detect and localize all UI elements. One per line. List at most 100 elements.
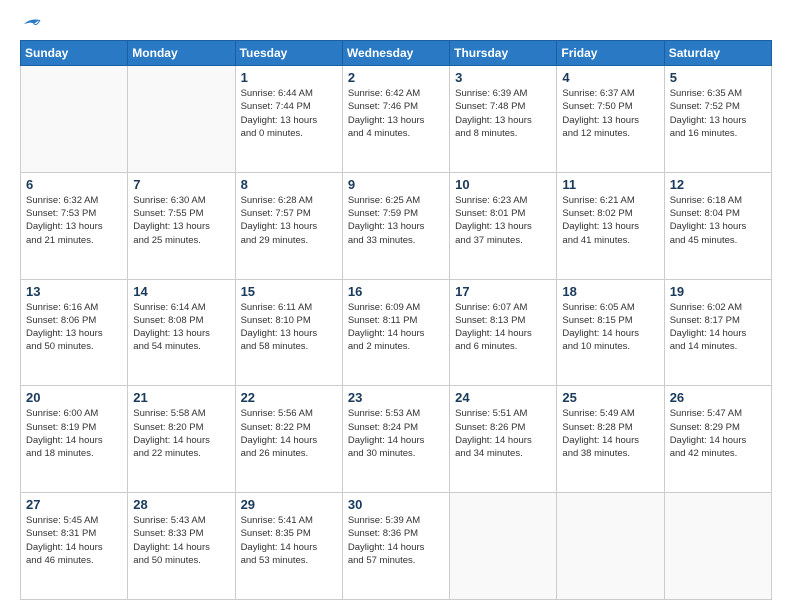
day-detail: Sunrise: 6:39 AMSunset: 7:48 PMDaylight:… xyxy=(455,87,551,140)
day-number: 1 xyxy=(241,70,337,85)
day-number: 14 xyxy=(133,284,229,299)
day-detail: Sunrise: 6:37 AMSunset: 7:50 PMDaylight:… xyxy=(562,87,658,140)
day-detail: Sunrise: 5:58 AMSunset: 8:20 PMDaylight:… xyxy=(133,407,229,460)
day-detail: Sunrise: 6:05 AMSunset: 8:15 PMDaylight:… xyxy=(562,301,658,354)
day-number: 23 xyxy=(348,390,444,405)
calendar-cell: 9 Sunrise: 6:25 AMSunset: 7:59 PMDaylight… xyxy=(342,172,449,279)
calendar-cell: 23 Sunrise: 5:53 AMSunset: 8:24 PMDayligh… xyxy=(342,386,449,493)
day-number: 27 xyxy=(26,497,122,512)
day-detail: Sunrise: 6:30 AMSunset: 7:55 PMDaylight:… xyxy=(133,194,229,247)
header xyxy=(20,16,772,32)
day-detail: Sunrise: 5:56 AMSunset: 8:22 PMDaylight:… xyxy=(241,407,337,460)
calendar-table: SundayMondayTuesdayWednesdayThursdayFrid… xyxy=(20,40,772,600)
day-detail: Sunrise: 5:41 AMSunset: 8:35 PMDaylight:… xyxy=(241,514,337,567)
calendar-cell: 10 Sunrise: 6:23 AMSunset: 8:01 PMDayligh… xyxy=(450,172,557,279)
day-detail: Sunrise: 6:21 AMSunset: 8:02 PMDaylight:… xyxy=(562,194,658,247)
calendar-cell: 4 Sunrise: 6:37 AMSunset: 7:50 PMDaylight… xyxy=(557,66,664,173)
day-detail: Sunrise: 6:32 AMSunset: 7:53 PMDaylight:… xyxy=(26,194,122,247)
weekday-header-monday: Monday xyxy=(128,41,235,66)
calendar-cell: 6 Sunrise: 6:32 AMSunset: 7:53 PMDaylight… xyxy=(21,172,128,279)
calendar-cell: 28 Sunrise: 5:43 AMSunset: 8:33 PMDayligh… xyxy=(128,493,235,600)
day-detail: Sunrise: 6:25 AMSunset: 7:59 PMDaylight:… xyxy=(348,194,444,247)
calendar-cell: 27 Sunrise: 5:45 AMSunset: 8:31 PMDayligh… xyxy=(21,493,128,600)
calendar-cell: 8Sunrise: 6:28 AMSunset: 7:57 PMDaylight… xyxy=(235,172,342,279)
calendar-cell: 5Sunrise: 6:35 AMSunset: 7:52 PMDaylight… xyxy=(664,66,771,173)
day-number: 30 xyxy=(348,497,444,512)
day-detail: Sunrise: 5:51 AMSunset: 8:26 PMDaylight:… xyxy=(455,407,551,460)
day-detail: Sunrise: 6:16 AMSunset: 8:06 PMDaylight:… xyxy=(26,301,122,354)
day-number: 9 xyxy=(348,177,444,192)
calendar-cell: 16 Sunrise: 6:09 AMSunset: 8:11 PMDayligh… xyxy=(342,279,449,386)
day-detail: Sunrise: 5:45 AMSunset: 8:31 PMDaylight:… xyxy=(26,514,122,567)
calendar-cell: 2 Sunrise: 6:42 AMSunset: 7:46 PMDaylight… xyxy=(342,66,449,173)
logo xyxy=(20,16,42,32)
logo-text xyxy=(20,16,42,32)
day-detail: Sunrise: 6:09 AMSunset: 8:11 PMDaylight:… xyxy=(348,301,444,354)
calendar-cell: 21 Sunrise: 5:58 AMSunset: 8:20 PMDayligh… xyxy=(128,386,235,493)
day-number: 11 xyxy=(562,177,658,192)
day-detail: Sunrise: 6:07 AMSunset: 8:13 PMDaylight:… xyxy=(455,301,551,354)
calendar-cell: 18 Sunrise: 6:05 AMSunset: 8:15 PMDayligh… xyxy=(557,279,664,386)
day-detail: Sunrise: 5:53 AMSunset: 8:24 PMDaylight:… xyxy=(348,407,444,460)
weekday-header-thursday: Thursday xyxy=(450,41,557,66)
day-number: 16 xyxy=(348,284,444,299)
calendar-cell: 13Sunrise: 6:16 AMSunset: 8:06 PMDayligh… xyxy=(21,279,128,386)
day-number: 8 xyxy=(241,177,337,192)
calendar-cell xyxy=(21,66,128,173)
calendar-cell: 29 Sunrise: 5:41 AMSunset: 8:35 PMDayligh… xyxy=(235,493,342,600)
day-detail: Sunrise: 6:23 AMSunset: 8:01 PMDaylight:… xyxy=(455,194,551,247)
calendar-cell: 14 Sunrise: 6:14 AMSunset: 8:08 PMDayligh… xyxy=(128,279,235,386)
day-number: 19 xyxy=(670,284,766,299)
day-number: 21 xyxy=(133,390,229,405)
calendar-cell: 26 Sunrise: 5:47 AMSunset: 8:29 PMDayligh… xyxy=(664,386,771,493)
calendar-cell: 15 Sunrise: 6:11 AMSunset: 8:10 PMDayligh… xyxy=(235,279,342,386)
day-number: 5 xyxy=(670,70,766,85)
calendar-cell: 30 Sunrise: 5:39 AMSunset: 8:36 PMDayligh… xyxy=(342,493,449,600)
day-number: 20 xyxy=(26,390,122,405)
calendar-cell: 17 Sunrise: 6:07 AMSunset: 8:13 PMDayligh… xyxy=(450,279,557,386)
day-number: 28 xyxy=(133,497,229,512)
day-number: 3 xyxy=(455,70,551,85)
day-detail: Sunrise: 6:02 AMSunset: 8:17 PMDaylight:… xyxy=(670,301,766,354)
weekday-header-saturday: Saturday xyxy=(664,41,771,66)
calendar-cell: 19 Sunrise: 6:02 AMSunset: 8:17 PMDayligh… xyxy=(664,279,771,386)
day-number: 10 xyxy=(455,177,551,192)
calendar-cell: 7Sunrise: 6:30 AMSunset: 7:55 PMDaylight… xyxy=(128,172,235,279)
day-detail: Sunrise: 6:44 AMSunset: 7:44 PMDaylight:… xyxy=(241,87,337,140)
day-number: 18 xyxy=(562,284,658,299)
day-number: 26 xyxy=(670,390,766,405)
day-number: 29 xyxy=(241,497,337,512)
day-number: 2 xyxy=(348,70,444,85)
weekday-header-friday: Friday xyxy=(557,41,664,66)
calendar-cell xyxy=(450,493,557,600)
page: SundayMondayTuesdayWednesdayThursdayFrid… xyxy=(0,0,792,612)
calendar-cell xyxy=(664,493,771,600)
day-number: 17 xyxy=(455,284,551,299)
calendar-cell: 11 Sunrise: 6:21 AMSunset: 8:02 PMDayligh… xyxy=(557,172,664,279)
weekday-header-sunday: Sunday xyxy=(21,41,128,66)
day-number: 25 xyxy=(562,390,658,405)
day-number: 15 xyxy=(241,284,337,299)
day-number: 4 xyxy=(562,70,658,85)
day-number: 6 xyxy=(26,177,122,192)
calendar-cell xyxy=(128,66,235,173)
day-detail: Sunrise: 6:18 AMSunset: 8:04 PMDaylight:… xyxy=(670,194,766,247)
day-number: 12 xyxy=(670,177,766,192)
calendar-cell: 22 Sunrise: 5:56 AMSunset: 8:22 PMDayligh… xyxy=(235,386,342,493)
calendar-cell: 12 Sunrise: 6:18 AMSunset: 8:04 PMDayligh… xyxy=(664,172,771,279)
day-number: 22 xyxy=(241,390,337,405)
day-detail: Sunrise: 6:42 AMSunset: 7:46 PMDaylight:… xyxy=(348,87,444,140)
day-detail: Sunrise: 5:43 AMSunset: 8:33 PMDaylight:… xyxy=(133,514,229,567)
day-detail: Sunrise: 5:39 AMSunset: 8:36 PMDaylight:… xyxy=(348,514,444,567)
day-detail: Sunrise: 5:49 AMSunset: 8:28 PMDaylight:… xyxy=(562,407,658,460)
calendar-cell: 1 Sunrise: 6:44 AMSunset: 7:44 PMDaylight… xyxy=(235,66,342,173)
day-detail: Sunrise: 6:14 AMSunset: 8:08 PMDaylight:… xyxy=(133,301,229,354)
calendar-cell: 20 Sunrise: 6:00 AMSunset: 8:19 PMDayligh… xyxy=(21,386,128,493)
day-detail: Sunrise: 6:11 AMSunset: 8:10 PMDaylight:… xyxy=(241,301,337,354)
day-detail: Sunrise: 5:47 AMSunset: 8:29 PMDaylight:… xyxy=(670,407,766,460)
day-detail: Sunrise: 6:00 AMSunset: 8:19 PMDaylight:… xyxy=(26,407,122,460)
calendar-cell: 24 Sunrise: 5:51 AMSunset: 8:26 PMDayligh… xyxy=(450,386,557,493)
weekday-header-tuesday: Tuesday xyxy=(235,41,342,66)
day-number: 24 xyxy=(455,390,551,405)
logo-bird-icon xyxy=(22,16,42,32)
